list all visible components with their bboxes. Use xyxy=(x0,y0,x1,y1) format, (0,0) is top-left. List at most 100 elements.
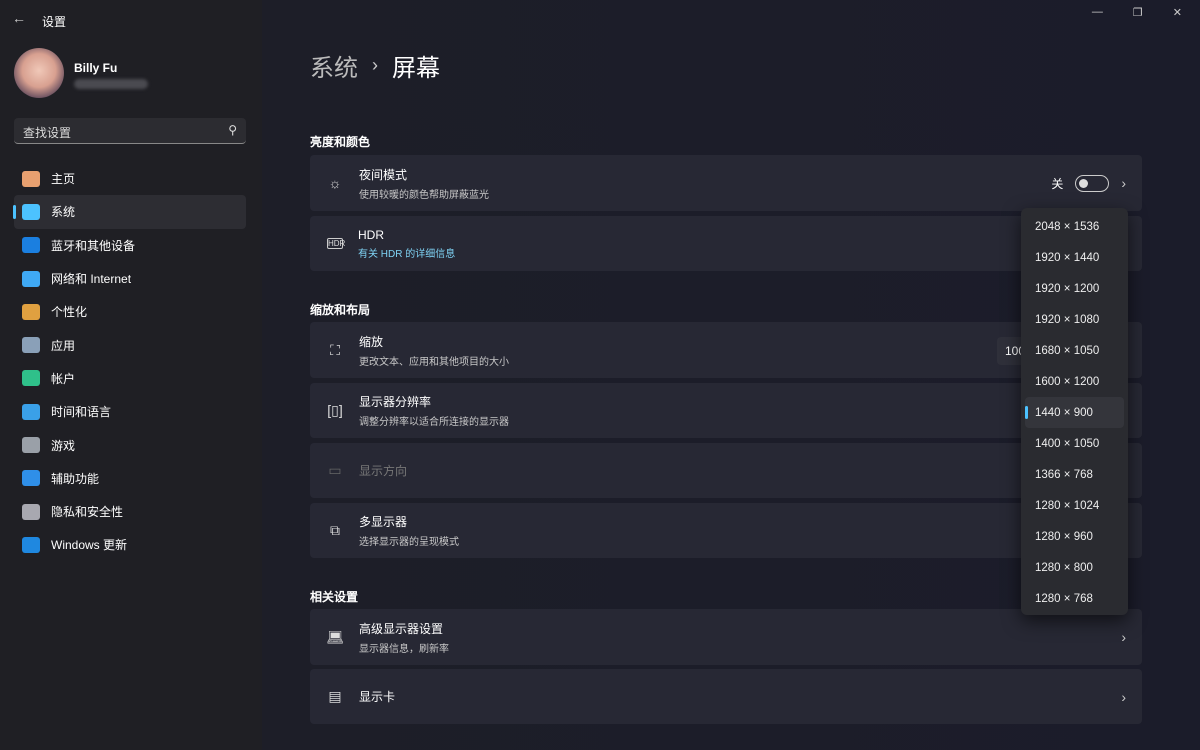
brush-icon xyxy=(22,303,40,320)
card-title: 夜间模式 xyxy=(359,167,408,182)
laptop-icon: 💻︎ xyxy=(326,628,344,645)
sidebar-item[interactable]: 时间和语言 xyxy=(14,395,246,428)
accessibility-icon xyxy=(22,470,40,487)
card-subtitle: 使用较暖的颜色帮助屏蔽蓝光 xyxy=(359,189,489,201)
apps-icon xyxy=(22,337,40,354)
resolution-option[interactable]: 1280 × 960 xyxy=(1025,521,1124,552)
section-related: 相关设置 xyxy=(310,590,359,604)
resolution-option[interactable]: 1680 × 1050 xyxy=(1025,335,1124,366)
sidebar-item[interactable]: 主页 xyxy=(14,162,246,195)
toggle-state: 关 xyxy=(1051,176,1064,191)
sidebar-item[interactable]: Windows 更新 xyxy=(14,528,246,561)
nav-list: 主页系统蓝牙和其他设备 网络和 Internet 个性化应用帐户时间和语言游戏辅助功… xyxy=(13,162,246,562)
resolution-option[interactable]: 1920 × 1200 xyxy=(1025,273,1124,304)
avatar[interactable] xyxy=(14,48,64,98)
maximize-button[interactable]: ❐ xyxy=(1133,6,1143,19)
user-name: Billy Fu xyxy=(74,61,118,75)
sidebar-item-label: 主页 xyxy=(51,172,76,187)
app-title: 设置 xyxy=(42,15,67,29)
search-icon[interactable]: ⚲ xyxy=(228,123,237,137)
advanced-display-card[interactable]: 💻︎ 高级显示器设置 显示器信息，刷新率 › xyxy=(310,609,1142,665)
sidebar-item-label: 辅助功能 xyxy=(51,471,100,486)
sidebar-item[interactable]: 游戏 xyxy=(14,428,246,461)
resolution-option[interactable]: 1280 × 800 xyxy=(1025,552,1124,583)
card-title: 高级显示器设置 xyxy=(359,621,444,636)
sidebar-item-label: 个性化 xyxy=(51,305,88,320)
search-placeholder: 查找设置 xyxy=(23,126,72,140)
sidebar-item[interactable]: 帐户 xyxy=(14,362,246,395)
sidebar-item[interactable]: 系统 xyxy=(13,195,246,229)
sidebar-item[interactable]: 辅助功能 xyxy=(14,462,246,495)
breadcrumb: 系统 › 屏幕 xyxy=(310,48,440,83)
sidebar-item-label: Windows 更新 xyxy=(51,538,128,553)
shield-icon xyxy=(22,503,40,520)
breadcrumb-parent[interactable]: 系统 xyxy=(310,48,358,83)
night-light-card[interactable]: ☼ 夜间模式使用较暖的颜色帮助屏蔽蓝光 关 › xyxy=(310,155,1142,211)
back-button[interactable]: ← xyxy=(12,10,26,26)
hdr-card[interactable]: HDR HDR 有关 HDR 的详细信息 xyxy=(310,216,1142,271)
resolution-option[interactable]: 1280 × 768 xyxy=(1025,583,1124,614)
resolution-dropdown-menu: 2048 × 1536 1920 × 1440 1920 × 1200 1920 × … xyxy=(1021,208,1128,615)
globe-clock-icon xyxy=(22,403,40,420)
search-input[interactable]: 查找设置 ⚲ xyxy=(14,118,246,144)
close-button[interactable]: ✕ xyxy=(1173,6,1182,19)
chevron-right-icon: › xyxy=(1121,175,1126,191)
card-title: 显示卡 xyxy=(359,690,396,704)
sidebar-item-label: 应用 xyxy=(51,338,76,353)
sun-icon: ☼ xyxy=(328,175,342,191)
account-icon xyxy=(22,370,40,387)
card-subtitle: 更改文本、应用和其他项目的大小 xyxy=(359,356,509,368)
gamepad-icon xyxy=(22,437,40,454)
chevron-right-icon: › xyxy=(1121,629,1126,645)
window-controls: — ❐ ✕ xyxy=(1092,6,1182,19)
card-title: HDR xyxy=(358,227,384,242)
user-email-blurred xyxy=(74,79,148,89)
sidebar-item[interactable]: 隐私和安全性 xyxy=(14,495,246,528)
sidebar-item-label: 游戏 xyxy=(51,438,76,453)
card-title: 多显示器 xyxy=(359,515,408,529)
resolution-option[interactable]: 1400 × 1050 xyxy=(1025,428,1124,459)
card-subtitle: 显示器信息，刷新率 xyxy=(359,643,449,655)
home-icon xyxy=(22,170,40,187)
resolution-option[interactable]: 1366 × 768 xyxy=(1025,459,1124,490)
scale-icon: ⛶ xyxy=(330,341,340,358)
sidebar-item[interactable]: 个性化 xyxy=(14,295,246,328)
card-subtitle: 选择显示器的呈现模式 xyxy=(359,537,459,548)
resolution-option[interactable]: 2048 × 1536 xyxy=(1025,211,1124,242)
card-subtitle: 调整分辨率以适合所连接的显示器 xyxy=(359,417,509,428)
hdr-icon: HDR xyxy=(327,238,346,249)
card-title: 缩放 xyxy=(359,334,384,349)
sidebar-item-label: 蓝牙和其他设备 xyxy=(51,238,136,253)
resolution-option[interactable]: 1280 × 1024 xyxy=(1025,490,1124,521)
gpu-icon: ▤ xyxy=(328,688,342,704)
resolution-icon: [▯] xyxy=(327,402,343,418)
orientation-icon: ▭ xyxy=(328,462,342,478)
bluetooth-icon xyxy=(22,237,40,254)
sidebar-item[interactable]: 应用 xyxy=(14,328,246,361)
multi-display-card[interactable]: ⧉ 多显示器选择显示器的呈现模式 xyxy=(310,503,1142,558)
resolution-card[interactable]: [▯] 显示器分辨率 调整分辨率以适合所连接的显示器 xyxy=(310,383,1142,438)
hdr-info-link[interactable]: 有关 HDR 的详细信息 xyxy=(358,245,455,260)
sidebar-item[interactable]: 蓝牙和其他设备 xyxy=(14,229,246,262)
sidebar-item-label: 网络和 Internet xyxy=(51,272,132,287)
resolution-option[interactable]: 1440 × 900 xyxy=(1025,397,1124,428)
sidebar-item-label: 系统 xyxy=(51,205,76,220)
wifi-icon xyxy=(22,270,40,287)
minimize-button[interactable]: — xyxy=(1092,6,1103,19)
resolution-option[interactable]: 1920 × 1440 xyxy=(1025,242,1124,273)
section-scale-layout: 缩放和布局 xyxy=(310,303,371,317)
gpu-card[interactable]: ▤ 显示卡 › xyxy=(310,669,1142,724)
section-brightness: 亮度和颜色 xyxy=(310,135,371,149)
sidebar: ← 设置 Billy Fu 查找设置 ⚲ 主页系统蓝牙和其他设备 网络和 Inte… xyxy=(0,0,262,750)
orientation-card: ▭ 显示方向 xyxy=(310,443,1142,498)
sidebar-item-label: 帐户 xyxy=(51,371,76,386)
resolution-option[interactable]: 1920 × 1080 xyxy=(1025,304,1124,335)
multi-monitor-icon: ⧉ xyxy=(330,522,340,538)
sidebar-item-label: 时间和语言 xyxy=(51,405,112,420)
sidebar-item[interactable]: 网络和 Internet xyxy=(14,262,246,295)
night-light-toggle[interactable] xyxy=(1075,174,1110,192)
chevron-right-icon: › xyxy=(372,55,378,75)
chevron-right-icon: › xyxy=(1121,688,1126,705)
resolution-option[interactable]: 1600 × 1200 xyxy=(1025,366,1124,397)
system-icon xyxy=(22,203,40,220)
